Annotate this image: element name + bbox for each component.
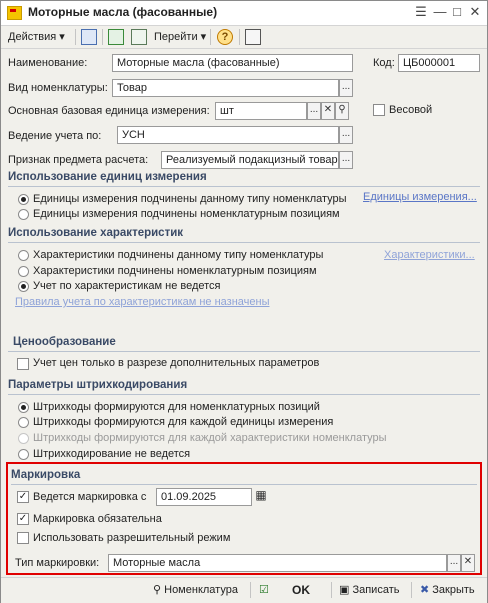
barcode-radio-chars bbox=[18, 433, 29, 444]
name-input[interactable]: Моторные масла (фасованные) bbox=[112, 54, 353, 72]
units-link[interactable]: Единицы измерения... bbox=[363, 191, 477, 203]
marking-label: Ведется маркировка с bbox=[33, 491, 147, 503]
units-radio-positions[interactable] bbox=[18, 209, 29, 220]
minimize-icon[interactable]: — bbox=[432, 4, 448, 20]
permit-checkbox[interactable] bbox=[17, 532, 29, 544]
code-label: Код: bbox=[373, 57, 395, 69]
price-section-title: Ценообразование bbox=[13, 336, 116, 348]
dialog-window: Моторные масла (фасованные) ☰ — □ ✕ Дейс… bbox=[0, 0, 488, 603]
toolbar: Действия ▾ Перейти ▾ ? bbox=[1, 26, 487, 49]
toolbar-separator bbox=[250, 582, 251, 598]
bottom-bar: ⚲ Номенклатура ☑ OK ▣ Записать ✖ Закрыть bbox=[1, 577, 487, 603]
barcode-option-units: Штрихкоды формируются для каждой единицы… bbox=[33, 416, 334, 428]
permit-label: Использовать разрешительный режим bbox=[33, 532, 231, 544]
kind-select-button[interactable]: ... bbox=[339, 79, 353, 97]
units-option-positions: Единицы измерения подчинены номенклатурн… bbox=[33, 208, 340, 220]
kind-input[interactable]: Товар bbox=[112, 79, 339, 97]
mandatory-label: Маркировка обязательна bbox=[33, 513, 162, 525]
marking-date-input[interactable]: 01.09.2025 bbox=[156, 488, 252, 506]
app-icon bbox=[7, 6, 22, 20]
chars-link[interactable]: Характеристики... bbox=[384, 249, 475, 261]
price-checkbox[interactable] bbox=[17, 358, 29, 370]
weight-checkbox[interactable] bbox=[373, 104, 385, 116]
goto-menu-button[interactable]: Перейти ▾ bbox=[154, 28, 206, 46]
weight-label: Весовой bbox=[389, 104, 433, 116]
toolbar-separator bbox=[75, 29, 76, 45]
actions-menu-button[interactable]: Действия ▾ bbox=[8, 28, 65, 46]
marking-type-clear-icon[interactable]: ✕ bbox=[461, 554, 475, 572]
maximize-icon[interactable]: □ bbox=[449, 4, 465, 20]
unit-select-button[interactable]: ... bbox=[307, 102, 321, 120]
unit-label: Основная базовая единица измерения: bbox=[8, 105, 210, 117]
mandatory-checkbox[interactable]: ✓ bbox=[17, 513, 29, 525]
chars-radio-none[interactable] bbox=[18, 281, 29, 292]
accounting-select-button[interactable]: ... bbox=[339, 126, 353, 144]
chars-option-none: Учет по характеристикам не ведется bbox=[33, 280, 221, 292]
unit-input[interactable]: шт bbox=[215, 102, 307, 120]
toolbar-separator bbox=[239, 29, 240, 45]
marking-type-select-button[interactable]: ... bbox=[447, 554, 461, 572]
section-divider bbox=[8, 351, 480, 352]
save-icon: ▣ bbox=[339, 584, 350, 596]
chars-option-positions: Характеристики подчинены номенклатурным … bbox=[33, 265, 317, 277]
accounting-label: Ведение учета по: bbox=[8, 130, 102, 142]
price-check-label: Учет цен только в разрезе дополнительных… bbox=[33, 357, 320, 369]
close-button[interactable]: ✖ Закрыть bbox=[420, 583, 475, 596]
go-up-icon[interactable] bbox=[81, 29, 97, 45]
menu-icon[interactable]: ☰ bbox=[413, 4, 429, 20]
post-document-icon[interactable]: ☑ bbox=[259, 583, 269, 596]
section-divider bbox=[8, 394, 480, 395]
window-title: Моторные масла (фасованные) bbox=[28, 5, 218, 19]
units-option-type: Единицы измерения подчинены данному типу… bbox=[33, 193, 347, 205]
nomenclature-button[interactable]: ⚲ Номенклатура bbox=[153, 583, 238, 596]
refresh-icon[interactable] bbox=[108, 29, 124, 45]
ok-button[interactable]: OK bbox=[292, 583, 310, 597]
close-icon: ✖ bbox=[420, 584, 430, 596]
list-icon[interactable] bbox=[245, 29, 261, 45]
barcode-radio-positions[interactable] bbox=[18, 402, 29, 413]
toolbar-separator bbox=[411, 582, 412, 598]
toolbar-separator bbox=[331, 582, 332, 598]
calc-input[interactable]: Реализуемый подакцизный товар bbox=[161, 151, 339, 169]
marking-type-label: Тип маркировки: bbox=[15, 557, 100, 569]
help-icon[interactable]: ? bbox=[217, 29, 233, 45]
calc-label: Признак предмета расчета: bbox=[8, 154, 149, 166]
kind-label: Вид номенклатуры: bbox=[8, 82, 108, 94]
section-divider bbox=[8, 242, 480, 243]
barcode-radio-none[interactable] bbox=[18, 449, 29, 460]
chars-rules-link[interactable]: Правила учета по характеристикам не назн… bbox=[15, 296, 270, 308]
marking-checkbox[interactable]: ✓ bbox=[17, 491, 29, 503]
barcode-radio-units[interactable] bbox=[18, 417, 29, 428]
marking-section-title: Маркировка bbox=[11, 469, 81, 481]
close-icon[interactable]: ✕ bbox=[467, 4, 483, 20]
units-section-title: Использование единиц измерения bbox=[8, 171, 207, 183]
barcode-option-positions: Штрихкоды формируются для номенклатурных… bbox=[33, 401, 320, 413]
toolbar-separator bbox=[102, 29, 103, 45]
unit-clear-icon[interactable]: ✕ bbox=[321, 102, 335, 120]
chars-radio-positions[interactable] bbox=[18, 266, 29, 277]
save-button[interactable]: ▣ Записать bbox=[339, 583, 399, 596]
section-divider bbox=[8, 186, 480, 187]
section-divider bbox=[11, 484, 477, 485]
barcode-section-title: Параметры штрихкодирования bbox=[8, 379, 188, 391]
marking-type-input[interactable]: Моторные масла bbox=[108, 554, 447, 572]
code-input[interactable]: ЦБ000001 bbox=[398, 54, 480, 72]
barcode-option-chars: Штрихкоды формируются для каждой характе… bbox=[33, 432, 387, 444]
calc-select-button[interactable]: ... bbox=[339, 151, 353, 169]
unit-search-icon[interactable]: ⚲ bbox=[335, 102, 349, 120]
copy-icon[interactable] bbox=[131, 29, 147, 45]
chars-option-type: Характеристики подчинены данному типу но… bbox=[33, 249, 324, 261]
name-label: Наименование: bbox=[8, 57, 88, 69]
units-radio-type[interactable] bbox=[18, 194, 29, 205]
calendar-icon[interactable]: ▦ bbox=[253, 488, 269, 506]
chars-radio-type[interactable] bbox=[18, 250, 29, 261]
chars-section-title: Использование характеристик bbox=[8, 227, 184, 239]
search-icon: ⚲ bbox=[153, 584, 162, 596]
barcode-option-none: Штрихкодирование не ведется bbox=[33, 448, 191, 460]
title-bar: Моторные масла (фасованные) ☰ — □ ✕ bbox=[1, 1, 487, 26]
toolbar-separator bbox=[210, 29, 211, 45]
accounting-input[interactable]: УСН bbox=[117, 126, 339, 144]
